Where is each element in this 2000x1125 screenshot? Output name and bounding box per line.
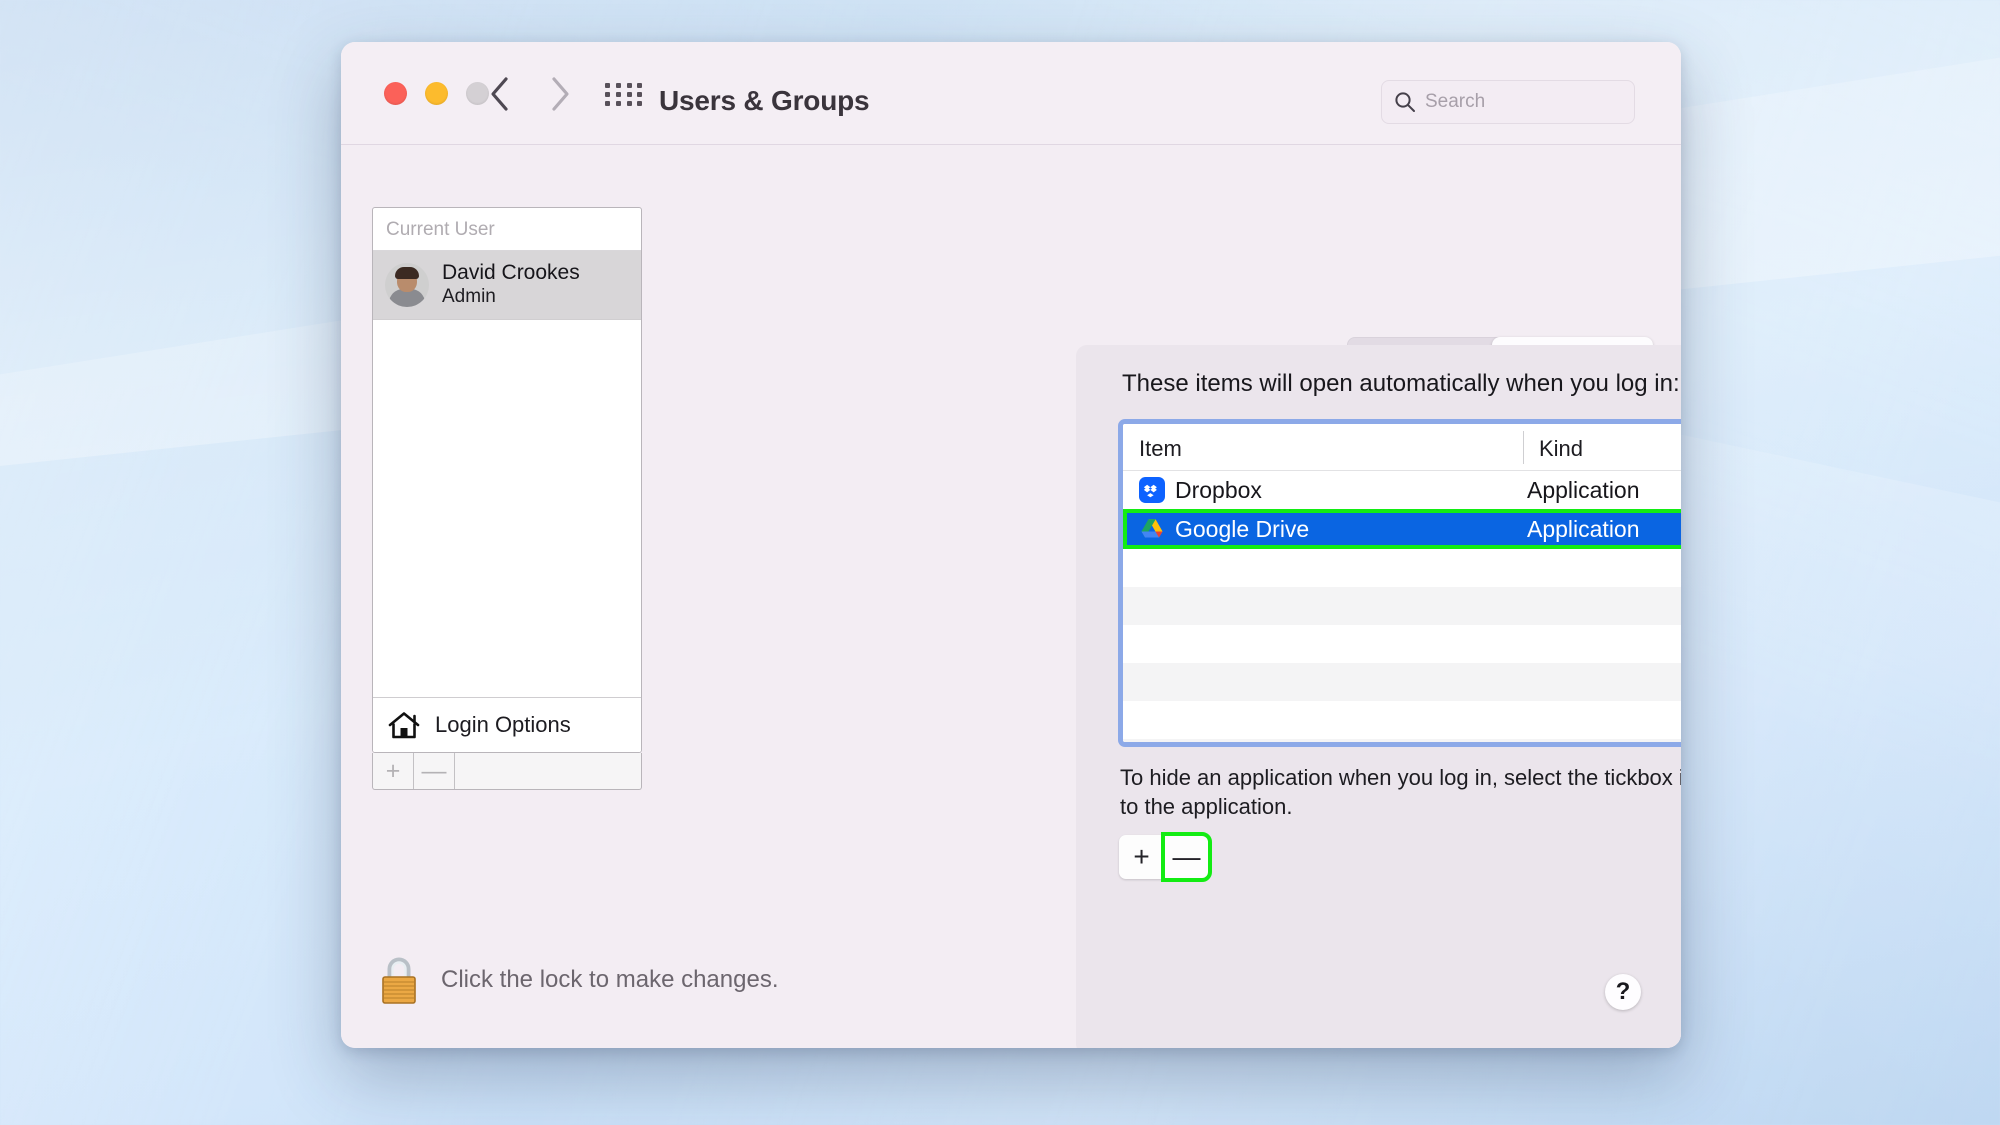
table-cell-item: Google Drive (1139, 516, 1309, 543)
search-placeholder: Search (1425, 91, 1485, 113)
search-icon (1394, 91, 1416, 113)
system-preferences-window: Users & Groups Search Current User David… (341, 42, 1681, 1048)
column-header-kind[interactable]: Kind (1539, 436, 1583, 462)
avatar-hair (395, 267, 419, 279)
back-button[interactable] (479, 72, 521, 116)
sidebar-item-current-user[interactable]: David Crookes Admin (373, 251, 641, 320)
sidebar-add-user-button[interactable]: + (373, 753, 414, 789)
search-field[interactable]: Search (1381, 80, 1635, 124)
grid-dot (637, 92, 642, 97)
traffic-light-buttons (384, 82, 489, 105)
column-header-item[interactable]: Item (1139, 436, 1182, 462)
table-row-empty[interactable] (1123, 587, 1681, 625)
column-divider[interactable] (1523, 431, 1524, 464)
login-items-panel: These items will open automatically when… (1076, 345, 1681, 1048)
google-drive-icon (1139, 516, 1165, 542)
lock-label: Click the lock to make changes. (441, 966, 779, 994)
grid-dot (627, 83, 632, 88)
sidebar-footer-toolbar: + — (372, 753, 642, 790)
user-role: Admin (442, 285, 580, 309)
chevron-right-icon (549, 76, 571, 112)
grid-dot (627, 101, 632, 106)
panel-heading: These items will open automatically when… (1122, 370, 1680, 398)
sidebar-footer-spacer (455, 753, 641, 789)
table-cell-item: Dropbox (1139, 477, 1262, 504)
grid-dot (637, 101, 642, 106)
grid-dot (605, 92, 610, 97)
grid-dot (627, 92, 632, 97)
table-cell-kind: Application (1527, 516, 1640, 543)
sidebar-remove-user-button[interactable]: — (414, 753, 455, 789)
login-options-label: Login Options (435, 712, 571, 738)
chevron-left-icon (489, 76, 511, 112)
table-row-empty[interactable] (1123, 663, 1681, 701)
dropbox-icon (1139, 477, 1165, 503)
hide-column-hint: To hide an application when you log in, … (1120, 763, 1681, 822)
login-item-toolbar: + — (1119, 835, 1209, 879)
table-body: Dropbox Application (1123, 471, 1681, 747)
item-name: Dropbox (1175, 477, 1262, 504)
locked-padlock-icon[interactable] (377, 954, 421, 1006)
grid-dot (616, 92, 621, 97)
login-items-table[interactable]: Item Kind Hide (1118, 419, 1681, 747)
window-title: Users & Groups (659, 85, 869, 117)
user-name: David Crookes (442, 261, 580, 285)
avatar (385, 263, 429, 307)
grid-dot (605, 83, 610, 88)
show-all-grid-button[interactable] (605, 83, 645, 107)
add-login-item-button[interactable]: + (1119, 835, 1164, 879)
window-content: Current User David Crookes Admin (341, 145, 1681, 1048)
forward-button[interactable] (539, 72, 581, 116)
table-row[interactable]: Dropbox Application (1123, 471, 1681, 509)
table-cell-kind: Application (1527, 477, 1640, 504)
table-row-empty[interactable] (1123, 625, 1681, 663)
table-header-row: Item Kind Hide (1123, 424, 1681, 471)
remove-login-item-button[interactable]: — (1164, 835, 1209, 879)
users-sidebar: Current User David Crookes Admin (372, 207, 642, 753)
sidebar-item-login-options[interactable]: Login Options (373, 697, 641, 752)
minimize-button-icon[interactable] (425, 82, 448, 105)
sidebar-empty-area (373, 320, 641, 697)
grid-dot (616, 101, 621, 106)
help-button[interactable]: ? (1605, 974, 1641, 1010)
window-titlebar: Users & Groups Search (341, 42, 1681, 145)
item-name: Google Drive (1175, 516, 1309, 543)
lock-row[interactable]: Click the lock to make changes. (377, 954, 779, 1006)
grid-dot (637, 83, 642, 88)
table-row-empty[interactable] (1123, 701, 1681, 739)
table-row-selected[interactable]: Google Drive Application (1123, 509, 1681, 549)
sidebar-group-title: Current User (373, 208, 641, 251)
grid-dot (605, 101, 610, 106)
table-row-empty[interactable] (1123, 549, 1681, 587)
close-button-icon[interactable] (384, 82, 407, 105)
home-icon (387, 710, 421, 740)
table-row-empty[interactable] (1123, 739, 1681, 747)
grid-dot (616, 83, 621, 88)
